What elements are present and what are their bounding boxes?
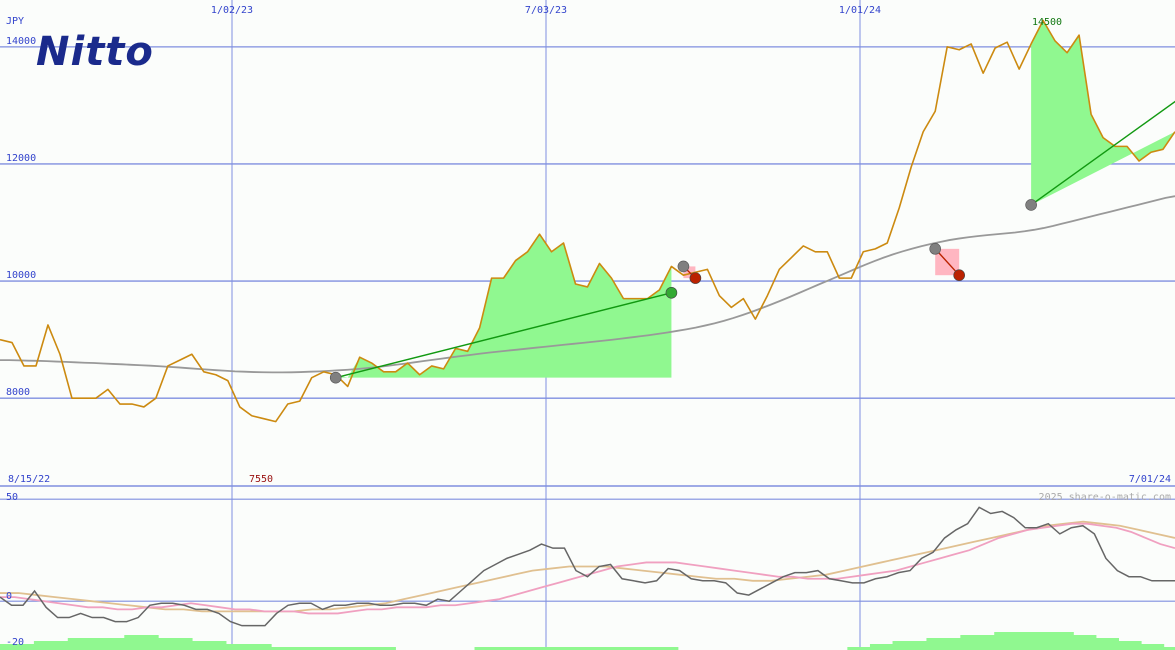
chart-svg: JPY 8000 10000 12000 14000 1/02/23 7/03/23 1/01… <box>0 0 1175 650</box>
y-tick-label: 14000 <box>6 36 36 47</box>
volume-layer <box>0 632 1175 650</box>
volume-bar <box>225 644 238 650</box>
currency-label: JPY <box>6 16 24 27</box>
volume-bar <box>158 638 170 650</box>
volume-bar <box>135 635 148 650</box>
entry-marker <box>929 243 942 255</box>
low-label: 7550 <box>249 474 273 485</box>
logo: Nitto <box>36 26 186 72</box>
volume-bar <box>937 638 950 650</box>
chart-stage: JPY 8000 10000 12000 14000 1/02/23 7/03/23 1/01… <box>0 0 1175 650</box>
volume-bar <box>112 638 125 650</box>
volume-bar <box>1005 632 1018 650</box>
volume-bar <box>971 635 984 650</box>
volume-bar <box>1152 644 1165 650</box>
osc-y-tick-label: 0 <box>6 591 12 602</box>
volume-bar <box>1107 638 1120 650</box>
watermark: 2025 share-o-matic.com <box>1039 492 1171 503</box>
volume-bar <box>1073 635 1086 650</box>
volume-bar <box>259 644 272 650</box>
oscillator-grid <box>0 498 1175 602</box>
exit-marker <box>689 272 702 284</box>
volume-bar <box>180 638 193 650</box>
volume-bar <box>248 644 261 650</box>
oscillator-layer <box>0 506 1175 627</box>
logo-text: Nitto <box>36 29 154 72</box>
volume-bar <box>1016 632 1029 650</box>
volume-bar <box>926 638 939 650</box>
x-tick-label: 1/02/23 <box>211 5 253 16</box>
y-tick-label: 8000 <box>6 387 30 398</box>
volume-bar <box>903 641 916 650</box>
oscillator-signal-1-line <box>0 522 1175 615</box>
volume-bar <box>982 635 995 650</box>
volume-bar <box>1095 638 1108 650</box>
volume-bar <box>1118 641 1131 650</box>
volume-bar <box>1050 632 1063 650</box>
volume-bar <box>869 644 882 650</box>
volume-bar <box>892 641 905 650</box>
volume-bar <box>67 638 80 650</box>
volume-bar <box>45 641 57 650</box>
volume-bar <box>203 641 216 650</box>
volume-bar <box>1141 644 1153 650</box>
volume-bar <box>214 641 227 650</box>
volume-bar <box>146 635 159 650</box>
volume-bar <box>881 644 894 650</box>
high-label: 14500 <box>1032 17 1062 28</box>
volume-bar <box>22 644 35 650</box>
x-tick-label: 7/03/23 <box>525 5 567 16</box>
entry-marker <box>1025 199 1037 211</box>
volume-bar <box>1028 632 1040 650</box>
x-start-label: 8/15/22 <box>8 474 50 485</box>
volume-bar <box>56 641 69 650</box>
profit-area <box>1031 20 1175 205</box>
osc-y-tick-label: -20 <box>6 637 24 648</box>
volume-bar <box>994 632 1007 650</box>
volume-bar <box>1062 632 1074 650</box>
volume-bar <box>101 638 114 650</box>
volume-bar <box>169 638 182 650</box>
osc-y-tick-label: 50 <box>6 492 18 503</box>
exit-marker <box>953 269 965 282</box>
volume-bar <box>1084 635 1097 650</box>
volume-bar <box>1129 641 1142 650</box>
volume-bar <box>33 641 46 650</box>
x-tick-label: 1/01/24 <box>839 5 881 16</box>
volume-bar <box>237 644 250 650</box>
volume-bar <box>90 638 103 650</box>
volume-bar <box>192 641 204 650</box>
volume-bar <box>915 641 927 650</box>
trade-fills <box>335 20 1175 378</box>
oscillator-signal-2-line <box>0 520 1175 613</box>
volume-bar <box>1039 632 1052 650</box>
exit-marker <box>665 286 678 299</box>
volume-bar <box>949 638 961 650</box>
entry-marker <box>677 260 690 273</box>
volume-bar <box>960 635 973 650</box>
volume-bar <box>79 638 91 650</box>
volume-bar <box>124 635 137 650</box>
y-tick-label: 12000 <box>6 153 36 164</box>
y-tick-label: 10000 <box>6 270 36 281</box>
entry-marker <box>329 371 342 384</box>
x-end-label: 7/01/24 <box>1129 474 1171 485</box>
